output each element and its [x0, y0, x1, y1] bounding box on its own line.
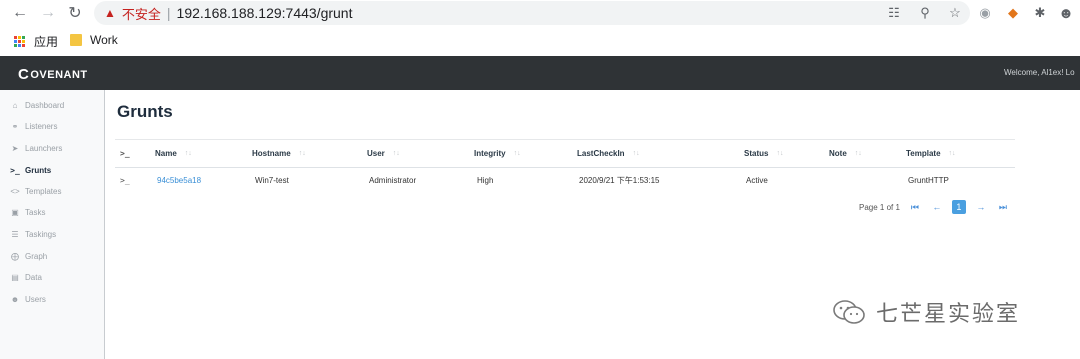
logo-text: OVENANT [30, 68, 88, 81]
sidebar-item-label: Templates [25, 186, 62, 196]
column-header-lastcheckin[interactable]: LastCheckIn ↑↓ [577, 140, 640, 167]
interact-icon[interactable]: >_ [120, 168, 130, 192]
terminal-icon: >_ [120, 149, 130, 158]
cell-integrity: High [477, 175, 494, 185]
translate-icon[interactable]: ☷ [886, 5, 902, 21]
zoom-icon[interactable]: ⚲ [917, 5, 933, 21]
sidebar-item-label: Data [25, 272, 42, 282]
sort-icon: ↑↓ [298, 150, 306, 157]
sidebar-item-label: Tasks [25, 207, 46, 217]
watermark: 七芒星实验室 [832, 296, 1020, 328]
page-title: Grunts [117, 102, 173, 121]
sidebar-item-templates[interactable]: <> Templates [10, 183, 61, 199]
sidebar-item-label: Grunts [25, 165, 52, 175]
cell-lastcheckin: 2020/9/21 下午1:53:15 [579, 175, 660, 185]
sidebar-item-label: Graph [25, 251, 48, 261]
bookmark-star-icon[interactable]: ☆ [947, 5, 963, 21]
sort-icon: ↑↓ [392, 150, 400, 157]
column-header-hostname[interactable]: Hostname ↑↓ [252, 140, 306, 167]
sidebar-item-taskings[interactable]: ☰ Taskings [10, 226, 56, 242]
users-icon: ☻ [10, 294, 20, 304]
sort-icon: ↑↓ [776, 150, 784, 157]
sort-icon: ↑↓ [854, 150, 862, 157]
puzzle-extension-icon[interactable]: ✱ [1031, 4, 1049, 22]
sidebar-item-grunts[interactable]: >_ Grunts [10, 162, 51, 178]
apps-grid-icon [14, 35, 26, 48]
terminal-icon: >_ [10, 165, 20, 175]
sidebar-item-dashboard[interactable]: ⌂ Dashboard [10, 97, 65, 113]
cell-user: Administrator [369, 175, 417, 185]
column-header-integrity[interactable]: Integrity ↑↓ [474, 140, 521, 167]
sidebar: ⌂ Dashboard ⚭ Listeners ➤ Launchers >_ G… [0, 90, 105, 359]
next-page-icon[interactable]: → [974, 200, 988, 214]
home-icon: ⌂ [12, 100, 18, 110]
prev-page-icon[interactable]: ← [930, 200, 944, 214]
sidebar-item-label: Taskings [25, 229, 57, 239]
covenant-logo[interactable]: C OVENANT [18, 66, 88, 83]
last-page-icon[interactable]: ⏭ [996, 200, 1010, 214]
sidebar-item-label: Dashboard [25, 100, 65, 110]
sidebar-item-label: Users [25, 294, 46, 304]
page-info: Page 1 of 1 [859, 202, 900, 212]
column-header-note[interactable]: Note ↑↓ [829, 140, 862, 167]
column-header-template[interactable]: Template ↑↓ [906, 140, 956, 167]
browser-toolbar: ← → ↻ ▲ 不安全 | 192.168.188.129:7443/grunt… [0, 0, 1080, 27]
bookmark-work-label: Work [90, 33, 118, 47]
share-icon: ⨁ [11, 251, 19, 261]
warning-triangle-icon: ▲ [104, 6, 116, 20]
headphones-icon: ⚭ [11, 121, 19, 131]
rocket-icon: ➤ [11, 143, 19, 153]
app-header: C OVENANT Welcome, Al1ex! Lo [0, 56, 1080, 90]
current-page-button[interactable]: 1 [951, 200, 966, 214]
forward-arrow-icon[interactable]: → [38, 3, 58, 23]
profile-avatar-icon[interactable]: ☻ [1057, 4, 1075, 22]
sidebar-item-users[interactable]: ☻ Users [10, 291, 46, 307]
bookmark-work[interactable]: Work [70, 33, 118, 47]
watermark-text: 七芒星实验室 [876, 301, 1021, 326]
cell-template: GruntHTTP [908, 175, 949, 185]
sort-icon: ↑↓ [948, 150, 956, 157]
grunts-table: >_ Name ↑↓ Hostname ↑↓ User ↑↓ Integrity ↑↓ … [115, 139, 1015, 192]
bookmark-apps-label: 应用 [34, 35, 59, 49]
security-label: 不安全 [121, 6, 161, 22]
wechat-icon [833, 300, 865, 324]
table-row[interactable]: >_ 94c5be5a18 Win7-test Administrator Hi… [115, 168, 1015, 192]
address-separator: | [166, 5, 171, 21]
fox-extension-icon[interactable]: ◆ [1004, 4, 1022, 22]
column-header-status[interactable]: Status ↑↓ [744, 140, 783, 167]
layers-icon: ☰ [11, 229, 19, 239]
sidebar-item-tasks[interactable]: ▣ Tasks [10, 204, 45, 220]
reload-icon[interactable]: ↻ [65, 3, 85, 23]
bookmarks-bar: 应用 Work [0, 27, 1080, 55]
column-header-name[interactable]: Name ↑↓ [155, 140, 192, 167]
cell-status: Active [746, 175, 768, 185]
address-bar[interactable]: ▲ 不安全 | 192.168.188.129:7443/grunt ☷ ⚲ ☆ [94, 1, 970, 25]
cell-hostname: Win7-test [255, 175, 289, 185]
sort-icon: ↑↓ [632, 150, 640, 157]
table-header: >_ Name ↑↓ Hostname ↑↓ User ↑↓ Integrity ↑↓ … [115, 139, 1015, 168]
sort-icon: ↑↓ [184, 150, 192, 157]
globe-extension-icon[interactable]: ◉ [976, 4, 994, 22]
code-icon: <> [10, 186, 20, 196]
sidebar-item-label: Launchers [25, 143, 63, 153]
welcome-text[interactable]: Welcome, Al1ex! Lo [1004, 68, 1075, 77]
logo-letter: C [18, 66, 30, 83]
pagination: Page 1 of 1 ⏮ ← 1 → ⏭ [859, 200, 1010, 214]
column-header-user[interactable]: User ↑↓ [367, 140, 400, 167]
sidebar-item-label: Listeners [25, 121, 58, 131]
bookmark-apps[interactable]: 应用 [14, 33, 58, 50]
back-arrow-icon[interactable]: ← [10, 3, 30, 23]
sidebar-item-listeners[interactable]: ⚭ Listeners [10, 118, 58, 134]
grunt-name-link[interactable]: 94c5be5a18 [157, 168, 201, 192]
sidebar-item-graph[interactable]: ⨁ Graph [10, 248, 47, 264]
sort-icon: ↑↓ [513, 150, 521, 157]
url-text[interactable]: 192.168.188.129:7443/grunt [177, 5, 353, 21]
first-page-icon[interactable]: ⏮ [908, 200, 922, 214]
sidebar-item-data[interactable]: ▤ Data [10, 269, 42, 285]
sidebar-item-launchers[interactable]: ➤ Launchers [10, 140, 63, 156]
cube-icon: ▣ [11, 207, 19, 217]
folder-icon [70, 34, 82, 46]
database-icon: ▤ [11, 272, 19, 282]
